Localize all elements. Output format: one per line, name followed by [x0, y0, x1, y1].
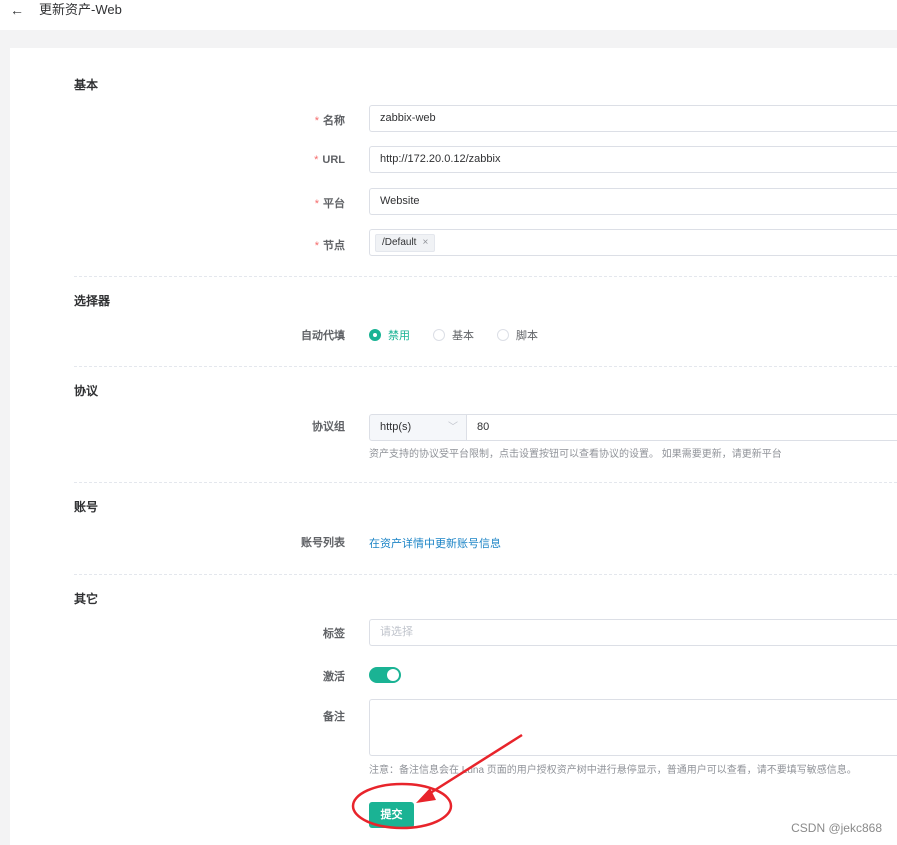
tag-close-icon[interactable]: × — [422, 237, 428, 248]
radio-circle-icon — [497, 329, 509, 341]
name-input[interactable]: zabbix-web — [369, 105, 897, 132]
node-label: * 节点 — [314, 240, 345, 252]
divider — [74, 574, 897, 575]
port-input[interactable]: 80 — [466, 414, 897, 441]
url-input[interactable]: http://172.20.0.12/zabbix — [369, 146, 897, 173]
form-card: 基本 * 名称 zabbix-web * URL http://172.20.0.1… — [10, 48, 897, 845]
section-title-account: 账号 — [74, 500, 99, 514]
section-title-other: 其它 — [74, 592, 99, 606]
section-title-protocol: 协议 — [74, 384, 99, 398]
autofill-label: 自动代填 — [301, 330, 345, 342]
page-title: 更新资产-Web — [39, 2, 122, 17]
url-label: * URL — [314, 154, 345, 166]
required-mark: * — [314, 115, 319, 127]
account-list-label: 账号列表 — [301, 537, 345, 549]
top-bar: ← 更新资产-Web — [0, 0, 897, 30]
node-tag: /Default × — [375, 234, 436, 252]
section-title-selector: 选择器 — [74, 294, 111, 308]
arrow-left-icon[interactable]: ← — [10, 2, 30, 18]
divider — [74, 366, 897, 367]
platform-select[interactable]: Website — [369, 188, 897, 215]
submit-button[interactable]: 提交 — [369, 802, 414, 828]
active-toggle[interactable] — [369, 667, 401, 683]
node-tag-label: /Default — [382, 237, 417, 248]
comment-label: 备注 — [323, 711, 345, 723]
protocol-help-text: 资产支持的协议受平台限制，点击设置按钮可以查看协议的设置。 如果需要更新，请更新… — [369, 449, 782, 460]
active-label: 激活 — [323, 671, 345, 683]
divider — [74, 482, 897, 483]
divider — [74, 276, 897, 277]
radio-disabled[interactable]: 禁用 — [369, 327, 410, 343]
chevron-down-icon: ﹀ — [448, 422, 458, 433]
node-select[interactable] — [369, 229, 897, 256]
name-label: * 名称 — [314, 115, 345, 127]
radio-basic[interactable]: 基本 — [433, 327, 474, 343]
watermark: CSDN @jekc868 — [791, 821, 882, 835]
comment-textarea[interactable] — [369, 699, 897, 756]
comment-note: 注意：备注信息会在 Luna 页面的用户授权资产树中进行悬停显示，普通用户可以查… — [369, 765, 857, 776]
section-title-basic: 基本 — [74, 78, 99, 92]
toggle-knob — [387, 669, 399, 681]
update-account-link[interactable]: 在资产详情中更新账号信息 — [369, 535, 501, 551]
platform-label: * 平台 — [314, 198, 345, 210]
labels-select[interactable]: 请选择 — [369, 619, 897, 646]
protocol-group-label: 协议组 — [312, 421, 345, 433]
protocol-select[interactable]: http(s) ﹀ — [369, 414, 467, 441]
radio-circle-icon — [369, 329, 381, 341]
radio-circle-icon — [433, 329, 445, 341]
radio-script[interactable]: 脚本 — [497, 327, 538, 343]
labels-label: 标签 — [323, 628, 345, 640]
